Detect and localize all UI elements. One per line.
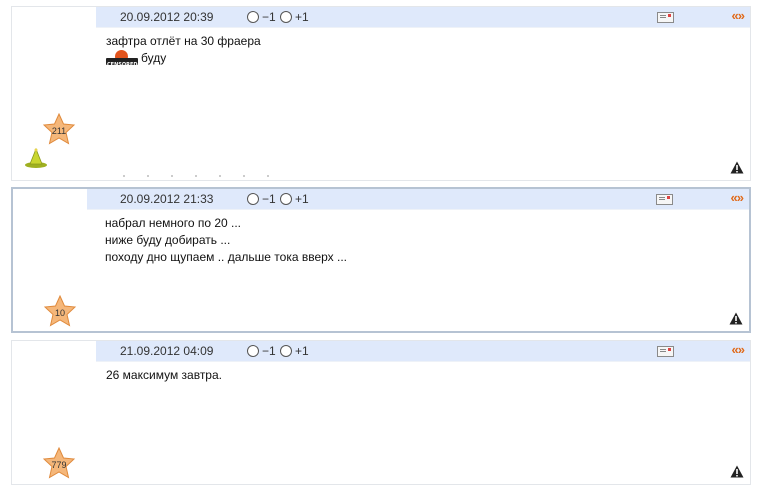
post-date: 20.09.2012 20:39 (120, 10, 214, 24)
post-line: походу дно щупаем .. дальше тока вверх .… (105, 250, 348, 264)
rating-star[interactable]: 10 (43, 295, 77, 327)
post: 779 21.09.2012 04:09 −1 +1 «» 26 максиму… (11, 340, 751, 485)
quote-button[interactable]: «» (732, 342, 746, 357)
radio-icon[interactable] (247, 193, 259, 205)
radio-icon[interactable] (280, 193, 292, 205)
vote-plus-label: +1 (295, 10, 309, 24)
vote-plus[interactable]: +1 (280, 344, 309, 358)
vote-minus[interactable]: −1 (247, 192, 276, 206)
radio-icon[interactable] (247, 11, 259, 23)
private-message-icon[interactable] (657, 12, 674, 23)
post-line: зафтра отлёт на 30 фраера (106, 34, 261, 48)
radio-icon[interactable] (247, 345, 259, 357)
star-count: 779 (51, 460, 67, 470)
post-line: ниже буду добирать ... (105, 233, 231, 247)
vote-plus-label: +1 (295, 192, 309, 206)
vote-minus[interactable]: −1 (247, 10, 276, 24)
vote-minus-label: −1 (262, 192, 276, 206)
post-date: 20.09.2012 21:33 (120, 192, 214, 206)
vote-plus[interactable]: +1 (280, 10, 309, 24)
report-warning-icon[interactable] (729, 312, 743, 325)
censored-icon (106, 50, 138, 74)
post-body: зафтра отлёт на 30 фраера буду (106, 33, 730, 74)
post-line: 26 максимум завтра. (106, 368, 222, 382)
report-warning-icon[interactable] (730, 465, 744, 478)
post: 10 20.09.2012 21:33 −1 +1 «» набрал немн… (11, 187, 751, 333)
post-header: 21.09.2012 04:09 −1 +1 «» (96, 341, 750, 362)
post-header: 20.09.2012 21:33 −1 +1 «» (87, 189, 749, 210)
post-body: 26 максимум завтра. (106, 367, 730, 384)
wizard-hat-icon (24, 147, 48, 169)
vote-minus[interactable]: −1 (247, 344, 276, 358)
post-line: буду (141, 51, 167, 65)
post-date: 21.09.2012 04:09 (120, 344, 214, 358)
rating-star[interactable]: 779 (42, 447, 76, 479)
star-count: 10 (54, 308, 65, 318)
radio-icon[interactable] (280, 11, 292, 23)
vote-minus-label: −1 (262, 344, 276, 358)
quote-button[interactable]: «» (731, 190, 745, 205)
author-panel: 10 (13, 189, 97, 331)
vote-minus-label: −1 (262, 10, 276, 24)
author-panel: 211 (12, 7, 96, 180)
post-header: 20.09.2012 20:39 −1 +1 «» (96, 7, 750, 28)
author-panel: 779 (12, 341, 96, 484)
star-count: 211 (51, 126, 67, 136)
vote-plus[interactable]: +1 (280, 192, 309, 206)
vote-plus-label: +1 (295, 344, 309, 358)
report-warning-icon[interactable] (730, 161, 744, 174)
post-line: набрал немного по 20 ... (105, 216, 242, 230)
post: 211 20.09.2012 20:39 −1 +1 «» зафтра отл… (11, 6, 751, 181)
quote-button[interactable]: «» (732, 8, 746, 23)
post-line-with-icon: буду (106, 50, 730, 74)
rating-star[interactable]: 211 (42, 113, 76, 145)
post-body: набрал немного по 20 ... ниже буду добир… (105, 215, 729, 266)
private-message-icon[interactable] (657, 346, 674, 357)
divider (112, 175, 282, 177)
radio-icon[interactable] (280, 345, 292, 357)
private-message-icon[interactable] (656, 194, 673, 205)
